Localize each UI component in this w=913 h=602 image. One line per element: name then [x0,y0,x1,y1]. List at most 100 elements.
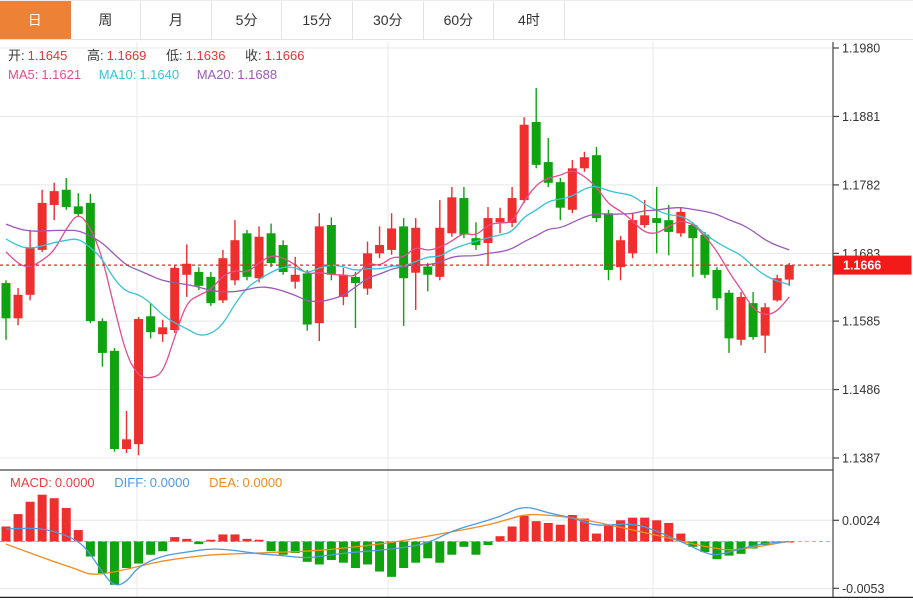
candle-body [255,237,264,278]
macd-axis-label: -0.0053 [842,582,884,596]
candle-body [38,203,47,250]
candle-body [459,198,468,235]
diff-value: DIFF:0.0000 [114,475,189,490]
candle-body [496,218,505,222]
candle-body [363,253,372,288]
candle-body [761,307,770,335]
candle-body [785,265,794,280]
candle-body [291,275,300,282]
candle-body [110,351,119,449]
macd-bar [471,542,480,555]
dea-value: DEA:0.0000 [209,475,282,490]
macd-bar [544,523,553,542]
macd-bar [712,542,721,560]
candle-body [435,228,444,277]
macd-bar [267,542,276,552]
candle-body [640,215,649,225]
macd-bar [447,542,456,555]
macd-bar [339,542,348,563]
macd-bar [604,526,613,542]
candle-body [315,226,324,323]
last-price-badge-label: 1.1666 [843,259,881,273]
macd-bar [520,516,529,542]
high-value: 高:1.1669 [87,48,146,63]
macd-bar [230,534,239,541]
tab-30min[interactable]: 30分 [353,1,424,39]
candle-body [375,245,384,253]
macd-bar [616,520,625,541]
macd-bar [122,542,131,568]
candle-body [26,247,35,295]
ma-legend: MA5:1.1621 MA10:1.1640 MA20:1.1688 [8,67,291,82]
candle-body [74,206,83,214]
candle-body [580,157,589,168]
macd-bar [532,521,541,541]
candle-body [387,228,396,249]
candle-body [520,125,529,200]
candle-body [568,168,577,209]
candle-body [712,270,721,298]
macd-bar [387,542,396,577]
candle-body [652,218,661,223]
macd-bar [26,502,35,542]
macd-bar [327,542,336,561]
price-axis-label: 1.1782 [842,178,880,192]
macd-bar [194,542,203,545]
price-axis-label: 1.1585 [842,315,880,329]
candle-body [146,316,155,332]
macd-bar [255,540,264,542]
candle-body [351,277,360,283]
macd-bar [592,534,601,542]
candle-body [122,439,131,449]
macd-bar [218,534,227,541]
macd-bar [38,495,47,542]
macd-bar [182,539,191,542]
ma5-value: MA5:1.1621 [8,67,81,82]
macd-bar [170,537,179,541]
macd-bar [423,542,432,559]
macd-bar [508,526,517,541]
macd-bar [435,542,444,563]
candle-body [725,293,734,339]
candle-body [86,203,95,321]
close-value: 收:1.1666 [245,48,304,63]
ma10-value: MA10:1.1640 [99,67,179,82]
macd-bar [640,518,649,542]
period-tabbar: 日 周 月 5分 15分 30分 60分 4时 [0,0,913,40]
macd-bar [243,539,252,542]
tab-5min[interactable]: 5分 [212,1,283,39]
chart-canvas[interactable]: 1.19801.18811.17821.16831.15851.14861.13… [0,0,913,602]
macd-bar [399,542,408,568]
ohlc-legend: 开:1.1645 高:1.1669 低:1.1636 收:1.1666 [8,48,320,63]
macd-axis-label: 0.0024 [842,514,880,528]
tab-4hour[interactable]: 4时 [494,1,565,39]
open-value: 开:1.1645 [8,48,67,63]
ma10-line [6,187,789,335]
tab-month[interactable]: 月 [141,1,212,39]
tab-week[interactable]: 周 [71,1,142,39]
tab-day[interactable]: 日 [0,1,71,39]
candle-body [604,213,613,270]
candle-body [98,321,107,353]
macd-bar [158,542,167,552]
candle-body [628,220,637,253]
tab-15min[interactable]: 15分 [282,1,353,39]
price-axis-label: 1.1486 [842,383,880,397]
macd-bar [351,542,360,568]
macd-legend: MACD:0.0000 DIFF:0.0000 DEA:0.0000 [10,475,298,490]
candle-body [62,190,71,207]
candle-body [556,182,565,208]
candle-body [2,283,11,318]
ma5-line [6,171,789,377]
candle-body [399,226,408,278]
tab-60min[interactable]: 60分 [424,1,495,39]
price-axis-label: 1.1387 [842,452,880,466]
candle-body [447,197,456,233]
candle-body [423,266,432,274]
macd-bar [484,542,493,546]
macd-bar [459,542,468,547]
candle-body [327,225,336,275]
price-axis-label: 1.1980 [842,42,880,56]
candle-body [737,297,746,340]
candle-body [134,319,143,444]
